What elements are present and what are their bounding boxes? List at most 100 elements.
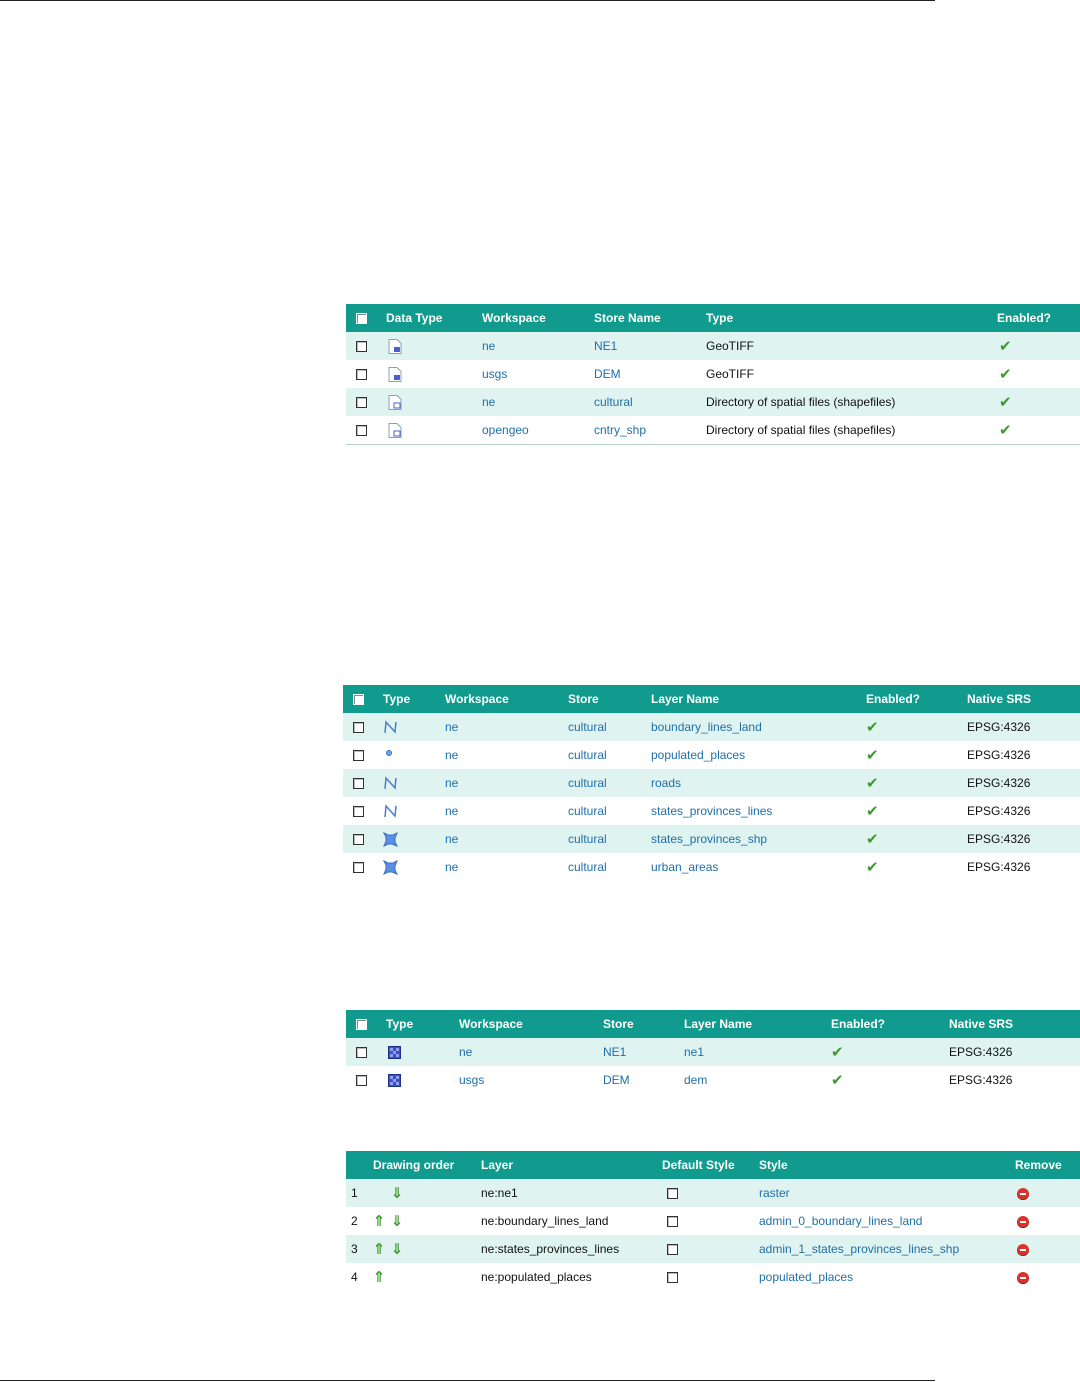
vector-file-icon	[388, 394, 402, 410]
enabled-check-icon: ✔	[866, 803, 879, 820]
default-style-checkbox[interactable]	[662, 1263, 759, 1291]
store-link[interactable]: cultural	[568, 741, 651, 769]
row-checkbox[interactable]	[343, 713, 373, 741]
move-up-arrow-icon[interactable]: ⇑	[372, 1268, 386, 1286]
layer-link[interactable]: urban_areas	[651, 853, 866, 881]
row-checkbox[interactable]	[343, 853, 373, 881]
select-all-checkbox[interactable]	[346, 304, 376, 332]
store-link[interactable]: cultural	[594, 388, 706, 416]
column-store[interactable]: Store	[603, 1010, 684, 1038]
workspace-link[interactable]: usgs	[459, 1066, 603, 1094]
store-link[interactable]: DEM	[594, 360, 706, 388]
table-header: Data Type Workspace Store Name Type Enab…	[346, 304, 1080, 332]
layer-link[interactable]: roads	[651, 769, 866, 797]
workspace-link[interactable]: opengeo	[482, 416, 594, 445]
column-remove: Remove	[1015, 1151, 1080, 1179]
column-type[interactable]: Type	[706, 304, 997, 332]
store-link[interactable]: NE1	[603, 1038, 684, 1066]
layer-link[interactable]: boundary_lines_land	[651, 713, 866, 741]
remove-icon[interactable]	[1017, 1187, 1029, 1200]
move-down-arrow-icon[interactable]: ⇓	[390, 1212, 404, 1230]
column-enabled[interactable]: Enabled?	[997, 304, 1080, 332]
workspace-link[interactable]: usgs	[482, 360, 594, 388]
workspace-link[interactable]: ne	[459, 1038, 603, 1066]
layer-link[interactable]: states_provinces_lines	[651, 797, 866, 825]
enabled-check-icon: ✔	[999, 422, 1012, 439]
workspace-link[interactable]: ne	[482, 388, 594, 416]
stores-table: Data Type Workspace Store Name Type Enab…	[346, 304, 1080, 445]
select-all-checkbox[interactable]	[343, 685, 373, 713]
table-row: 2 ⇑ ⇓ ne:boundary_lines_land admin_0_boun…	[346, 1207, 1080, 1235]
column-data-type[interactable]: Data Type	[376, 304, 482, 332]
store-link[interactable]: cultural	[568, 797, 651, 825]
layer-link[interactable]: populated_places	[651, 741, 866, 769]
native-srs: EPSG:4326	[967, 853, 1080, 881]
store-link[interactable]: cntry_shp	[594, 416, 706, 445]
column-type[interactable]: Type	[373, 685, 445, 713]
row-checkbox[interactable]	[346, 388, 376, 416]
column-native-srs[interactable]: Native SRS	[967, 685, 1080, 713]
column-store-name[interactable]: Store Name	[594, 304, 706, 332]
store-link[interactable]: DEM	[603, 1066, 684, 1094]
remove-icon[interactable]	[1017, 1271, 1029, 1284]
enabled-check-icon: ✔	[831, 1072, 844, 1089]
default-style-checkbox[interactable]	[662, 1207, 759, 1235]
workspace-link[interactable]: ne	[445, 825, 568, 853]
row-checkbox[interactable]	[346, 332, 376, 360]
workspace-link[interactable]: ne	[445, 853, 568, 881]
workspace-link[interactable]: ne	[445, 713, 568, 741]
row-checkbox[interactable]	[343, 769, 373, 797]
column-workspace[interactable]: Workspace	[459, 1010, 603, 1038]
workspace-link[interactable]: ne	[445, 741, 568, 769]
style-link[interactable]: raster	[759, 1179, 1015, 1207]
store-link[interactable]: cultural	[568, 825, 651, 853]
row-checkbox[interactable]	[346, 416, 376, 445]
remove-icon[interactable]	[1017, 1215, 1029, 1228]
remove-icon[interactable]	[1017, 1243, 1029, 1256]
enabled-check-icon: ✔	[999, 338, 1012, 355]
style-link[interactable]: populated_places	[759, 1263, 1015, 1291]
select-all-checkbox[interactable]	[346, 1010, 376, 1038]
workspace-link[interactable]: ne	[445, 797, 568, 825]
style-link[interactable]: admin_1_states_provinces_lines_shp	[759, 1235, 1015, 1263]
move-up-arrow-icon[interactable]: ⇑	[372, 1240, 386, 1258]
column-type[interactable]: Type	[376, 1010, 459, 1038]
workspace-link[interactable]: ne	[445, 769, 568, 797]
layers-table: Type Workspace Store Layer Name Enabled?…	[343, 685, 1080, 881]
column-native-srs[interactable]: Native SRS	[949, 1010, 1080, 1038]
store-link[interactable]: cultural	[568, 713, 651, 741]
column-store[interactable]: Store	[568, 685, 651, 713]
row-checkbox[interactable]	[346, 1066, 376, 1094]
row-checkbox[interactable]	[346, 360, 376, 388]
store-link[interactable]: NE1	[594, 332, 706, 360]
store-link[interactable]: cultural	[568, 769, 651, 797]
order-number: 1	[346, 1179, 369, 1207]
layer-link[interactable]: ne1	[684, 1038, 831, 1066]
move-down-arrow-icon[interactable]: ⇓	[390, 1240, 404, 1258]
column-workspace[interactable]: Workspace	[445, 685, 568, 713]
default-style-checkbox[interactable]	[662, 1179, 759, 1207]
move-down-arrow-icon[interactable]: ⇓	[390, 1184, 404, 1202]
style-link[interactable]: admin_0_boundary_lines_land	[759, 1207, 1015, 1235]
default-style-checkbox[interactable]	[662, 1235, 759, 1263]
layer-link[interactable]: dem	[684, 1066, 831, 1094]
layer-link[interactable]: states_provinces_shp	[651, 825, 866, 853]
layer-name: ne:states_provinces_lines	[481, 1235, 662, 1263]
store-link[interactable]: cultural	[568, 853, 651, 881]
order-number: 3	[346, 1235, 369, 1263]
row-checkbox[interactable]	[343, 825, 373, 853]
store-type: GeoTIFF	[706, 360, 997, 388]
column-layer-name[interactable]: Layer Name	[684, 1010, 831, 1038]
row-checkbox[interactable]	[346, 1038, 376, 1066]
column-layer-name[interactable]: Layer Name	[651, 685, 866, 713]
column-enabled[interactable]: Enabled?	[866, 685, 967, 713]
table-row: ne NE1 GeoTIFF ✔	[346, 332, 1080, 360]
column-enabled[interactable]: Enabled?	[831, 1010, 949, 1038]
native-srs: EPSG:4326	[949, 1066, 1080, 1094]
table-row: opengeo cntry_shp Directory of spatial f…	[346, 416, 1080, 445]
workspace-link[interactable]: ne	[482, 332, 594, 360]
row-checkbox[interactable]	[343, 741, 373, 769]
move-up-arrow-icon[interactable]: ⇑	[372, 1212, 386, 1230]
row-checkbox[interactable]	[343, 797, 373, 825]
column-workspace[interactable]: Workspace	[482, 304, 594, 332]
